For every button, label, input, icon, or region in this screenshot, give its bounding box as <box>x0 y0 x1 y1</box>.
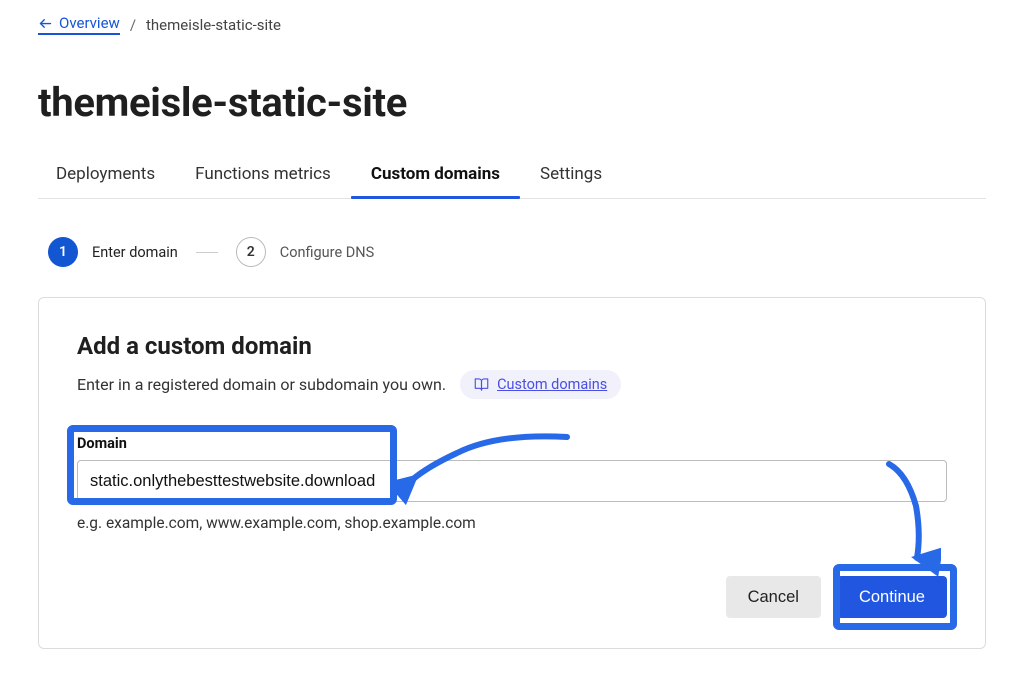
cancel-button[interactable]: Cancel <box>726 576 821 618</box>
domain-field-label: Domain <box>77 435 947 452</box>
step-2: 2 Configure DNS <box>236 237 374 267</box>
tab-label: Custom domains <box>371 164 500 184</box>
step-1: 1 Enter domain <box>48 237 178 267</box>
tab-label: Functions metrics <box>195 164 331 184</box>
step-number-circle: 2 <box>236 237 266 267</box>
page-title: themeisle-static-site <box>38 79 986 126</box>
step-label: Enter domain <box>92 244 178 261</box>
custom-domains-doc-badge[interactable]: Custom domains <box>460 370 621 399</box>
domain-form-block: Domain e.g. example.com, www.example.com… <box>77 435 947 532</box>
domain-input[interactable] <box>77 460 947 502</box>
step-number-circle: 1 <box>48 237 78 267</box>
tab-label: Settings <box>540 164 602 184</box>
doc-badge-label: Custom domains <box>497 376 607 393</box>
stepper: 1 Enter domain 2 Configure DNS <box>48 237 986 267</box>
breadcrumb-current: themeisle-static-site <box>146 16 281 34</box>
breadcrumb-back-link[interactable]: Overview <box>38 14 120 35</box>
arrow-left-icon <box>38 16 53 31</box>
step-label: Configure DNS <box>280 244 374 261</box>
tab-deployments[interactable]: Deployments <box>56 164 155 198</box>
card-subtitle-row: Enter in a registered domain or subdomai… <box>77 370 947 399</box>
tab-custom-domains[interactable]: Custom domains <box>371 164 500 198</box>
card-actions: Cancel Continue <box>77 576 947 618</box>
continue-button[interactable]: Continue <box>837 576 947 618</box>
tabs: Deployments Functions metrics Custom dom… <box>38 164 986 199</box>
breadcrumb: Overview / themeisle-static-site <box>38 14 986 35</box>
tab-label: Deployments <box>56 164 155 184</box>
card-heading: Add a custom domain <box>77 332 947 360</box>
breadcrumb-back-label: Overview <box>59 14 120 32</box>
button-label: Cancel <box>748 588 799 606</box>
tab-functions-metrics[interactable]: Functions metrics <box>195 164 331 198</box>
tab-settings[interactable]: Settings <box>540 164 602 198</box>
add-custom-domain-card: Add a custom domain Enter in a registere… <box>38 297 986 649</box>
step-divider <box>196 252 218 253</box>
domain-hint: e.g. example.com, www.example.com, shop.… <box>77 514 947 532</box>
book-open-icon <box>474 377 489 392</box>
breadcrumb-separator: / <box>130 16 136 34</box>
card-subtitle: Enter in a registered domain or subdomai… <box>77 375 446 394</box>
button-label: Continue <box>859 588 925 606</box>
